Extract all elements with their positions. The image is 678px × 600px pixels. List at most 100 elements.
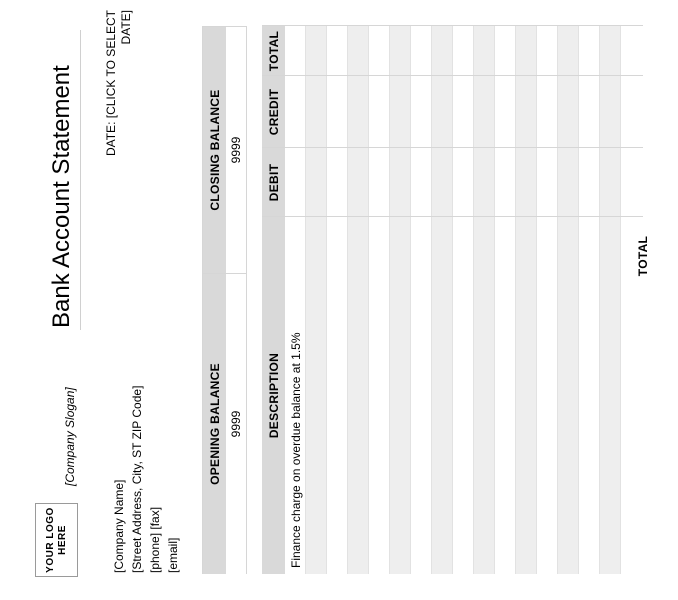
column-divider [262,216,643,217]
cell-credit[interactable] [348,76,369,148]
cell-total[interactable] [600,26,621,76]
cell-total[interactable] [411,26,432,76]
cell-description[interactable] [516,223,537,568]
company-phone-fax[interactable]: [phone] [fax] [146,386,164,573]
cell-description[interactable] [453,223,474,568]
cell-credit[interactable] [558,76,579,148]
title-divider [80,30,81,330]
cell-debit[interactable] [432,148,453,217]
cell-debit[interactable] [285,148,306,217]
cell-debit[interactable] [369,148,390,217]
cell-description[interactable] [327,223,348,568]
cell-total[interactable] [558,26,579,76]
opening-balance-column: OPENING BALANCE 9999 [203,273,246,574]
cell-total[interactable] [285,26,306,76]
cell-description[interactable] [306,223,327,568]
company-slogan[interactable]: [Company Slogan] [63,387,77,486]
cell-credit[interactable] [600,76,621,148]
cell-description[interactable] [432,223,453,568]
cell-credit[interactable] [369,76,390,148]
cell-description[interactable] [537,223,558,568]
cell-credit[interactable] [516,76,537,148]
table-row [537,26,558,574]
table-row [369,26,390,574]
cell-total[interactable] [327,26,348,76]
cell-description[interactable] [369,223,390,568]
cell-total[interactable] [348,26,369,76]
cell-description[interactable] [558,223,579,568]
column-header-debit: DEBIT [266,163,281,202]
cell-description[interactable] [474,223,495,568]
cell-credit[interactable] [537,76,558,148]
cell-description[interactable] [495,223,516,568]
cell-credit[interactable] [327,76,348,148]
cell-debit[interactable] [327,148,348,217]
cell-debit[interactable] [411,148,432,217]
column-divider [262,25,643,26]
table-row [516,26,537,574]
cell-credit[interactable] [453,76,474,148]
cell-total[interactable] [579,26,600,76]
cell-debit[interactable] [579,148,600,217]
date-field[interactable]: DATE: [CLICK TO SELECT DATE] [104,10,134,170]
cell-total[interactable] [306,26,327,76]
cell-credit[interactable] [474,76,495,148]
cell-credit[interactable] [285,76,306,148]
cell-credit[interactable] [306,76,327,148]
cell-debit[interactable] [537,148,558,217]
table-row [579,26,600,574]
cell-description[interactable] [390,223,411,568]
table-row [432,26,453,574]
table-row [411,26,432,574]
cell-debit[interactable] [390,148,411,217]
cell-debit[interactable] [453,148,474,217]
cell-total[interactable] [474,26,495,76]
cell-debit[interactable] [558,148,579,217]
statement-sheet: YOUR LOGO HERE [Company Slogan] Bank Acc… [0,0,678,600]
cell-debit[interactable] [495,148,516,217]
cell-total[interactable] [516,26,537,76]
table-row [327,26,348,574]
company-address[interactable]: [Street Address, City, ST ZIP Code] [128,386,146,573]
page-title: Bank Account Statement [48,65,75,328]
cell-description[interactable] [348,223,369,568]
cell-description[interactable] [579,223,600,568]
cell-debit[interactable] [306,148,327,217]
cell-debit[interactable] [348,148,369,217]
cell-debit[interactable] [516,148,537,217]
cell-credit[interactable] [390,76,411,148]
company-info: [Company Name] [Street Address, City, ST… [110,386,182,573]
logo-line-2: HERE [56,525,68,555]
table-row [600,26,621,574]
company-name[interactable]: [Company Name] [110,386,128,573]
cell-total[interactable] [390,26,411,76]
opening-balance-header: OPENING BALANCE [203,274,226,574]
cell-total[interactable] [369,26,390,76]
date-line-1: DATE: [CLICK TO SELECT [104,10,118,157]
table-row: Finance charge on overdue balance at 1.5… [285,26,306,574]
table-row [495,26,516,574]
opening-balance-value[interactable]: 9999 [226,274,246,574]
cell-credit[interactable] [411,76,432,148]
table-row [390,26,411,574]
closing-balance-value[interactable]: 9999 [226,27,246,273]
balance-table: OPENING BALANCE 9999 CLOSING BALANCE 999… [202,26,247,574]
cell-credit[interactable] [579,76,600,148]
table-row [348,26,369,574]
column-header-credit: CREDIT [266,88,281,136]
logo-placeholder[interactable]: YOUR LOGO HERE [35,503,78,577]
cell-total[interactable] [537,26,558,76]
closing-balance-header: CLOSING BALANCE [203,27,226,273]
cell-debit[interactable] [474,148,495,217]
cell-description[interactable] [411,223,432,568]
cell-total[interactable] [432,26,453,76]
cell-credit[interactable] [432,76,453,148]
cell-description[interactable]: Finance charge on overdue balance at 1.5… [285,223,306,569]
cell-description[interactable] [600,223,621,568]
table-row [558,26,579,574]
cell-debit[interactable] [600,148,621,217]
cell-credit[interactable] [495,76,516,148]
cell-total[interactable] [453,26,474,76]
cell-total[interactable] [495,26,516,76]
company-email[interactable]: [email] [164,386,182,573]
